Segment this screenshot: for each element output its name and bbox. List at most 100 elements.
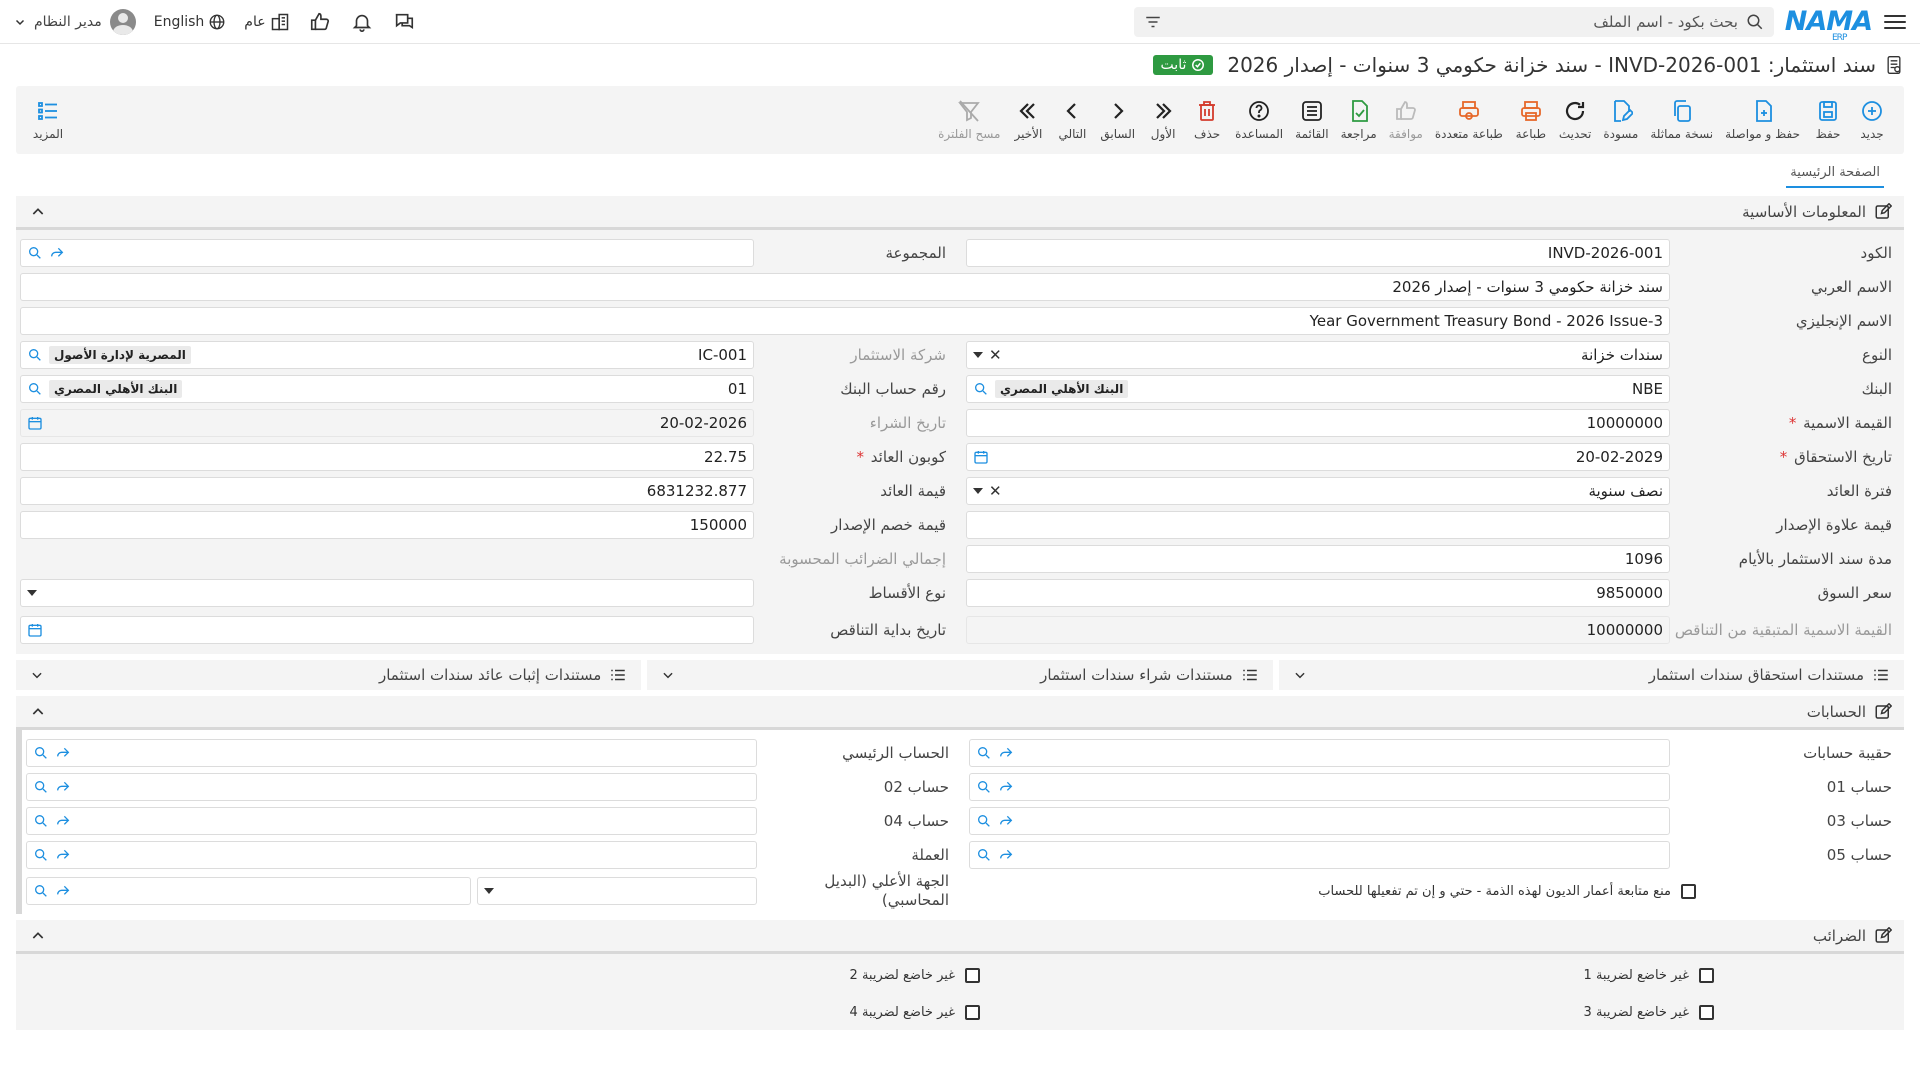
chevron-up-icon[interactable] <box>30 928 46 944</box>
search-refresh-icon[interactable] <box>976 779 992 795</box>
link-arrow-icon[interactable] <box>55 745 71 761</box>
taxes-header[interactable]: الضرائب <box>16 920 1904 954</box>
currency-field[interactable] <box>26 841 757 869</box>
multi-print-button[interactable]: طباعة متعددة <box>1429 99 1509 141</box>
block-debt-checkbox-row[interactable]: منع متابعة أعمار الديون لهذه الذمة - حتي… <box>1318 883 1896 899</box>
calendar-icon[interactable] <box>27 622 43 638</box>
dropdown-arrow-icon[interactable] <box>973 352 983 358</box>
installment-type-select[interactable] <box>20 579 754 607</box>
link-arrow-icon[interactable] <box>55 847 71 863</box>
decline-start-field[interactable] <box>20 616 754 644</box>
bell-icon[interactable] <box>350 10 374 34</box>
delete-button[interactable]: حذف <box>1185 99 1229 141</box>
user-menu[interactable]: مدير النظام <box>14 8 136 35</box>
list-button[interactable]: القائمة <box>1289 99 1334 141</box>
clear-icon[interactable]: ✕ <box>989 346 1002 364</box>
link-arrow-icon[interactable] <box>998 813 1014 829</box>
parent-type-select[interactable] <box>477 877 757 905</box>
account-02-field[interactable] <box>26 773 757 801</box>
clear-icon[interactable]: ✕ <box>989 482 1002 500</box>
chevron-up-icon[interactable] <box>30 704 46 720</box>
yield-docs-panel[interactable]: مستندات إثبات عائد سندات استثمار <box>16 660 642 690</box>
account-05-field[interactable] <box>969 841 1670 869</box>
save-button[interactable]: حفظ <box>1806 99 1850 141</box>
tax-3-checkbox[interactable] <box>1699 1005 1714 1020</box>
search-refresh-icon[interactable] <box>33 847 49 863</box>
premium-field[interactable] <box>966 511 1670 539</box>
search-input[interactable] <box>1170 12 1738 31</box>
previous-button[interactable]: السابق <box>1094 99 1141 141</box>
messages-icon[interactable] <box>392 10 416 34</box>
coupon-field[interactable]: 22.75 <box>20 443 754 471</box>
duplicate-button[interactable]: نسخة مماثلة <box>1644 99 1719 141</box>
refresh-button[interactable]: تحديث <box>1553 99 1598 141</box>
link-arrow-icon[interactable] <box>55 813 71 829</box>
new-button[interactable]: جديد <box>1850 99 1894 141</box>
search-refresh-icon[interactable] <box>27 245 43 261</box>
link-arrow-icon[interactable] <box>998 745 1014 761</box>
link-arrow-icon[interactable] <box>49 245 65 261</box>
dropdown-arrow-icon[interactable] <box>484 888 494 894</box>
maturity-field[interactable]: 20-02-2029 <box>966 443 1670 471</box>
link-arrow-icon[interactable] <box>55 883 71 899</box>
help-button[interactable]: المساعدة <box>1229 99 1289 141</box>
language-switch[interactable]: English <box>154 13 227 31</box>
tax-1-checkbox[interactable] <box>1699 968 1714 983</box>
tax-4-row[interactable]: غير خاضع لضريبة 4 <box>246 1005 980 1020</box>
search-refresh-icon[interactable] <box>976 745 992 761</box>
tab-main[interactable]: الصفحة الرئيسية <box>1786 165 1884 188</box>
dropdown-arrow-icon[interactable] <box>27 590 37 596</box>
approve-button[interactable]: موافقة <box>1383 99 1429 141</box>
search-refresh-icon[interactable] <box>27 381 43 397</box>
account-01-field[interactable] <box>969 773 1670 801</box>
accounts-header[interactable]: الحسابات <box>16 696 1904 730</box>
link-arrow-icon[interactable] <box>998 847 1014 863</box>
period-select[interactable]: نصف سنوية ✕ <box>966 477 1670 505</box>
maturity-docs-panel[interactable]: مستندات استحقاق سندات استثمار <box>1278 660 1904 690</box>
tax-4-checkbox[interactable] <box>965 1005 980 1020</box>
search-refresh-icon[interactable] <box>33 813 49 829</box>
account-bag-field[interactable] <box>969 739 1670 767</box>
tax-2-row[interactable]: غير خاضع لضريبة 2 <box>246 968 980 983</box>
more-button[interactable]: المزيد <box>26 99 70 141</box>
code-field[interactable]: INVD-2026-001 <box>966 239 1670 267</box>
draft-button[interactable]: مسودة <box>1597 99 1644 141</box>
purchase-docs-panel[interactable]: مستندات شراء سندات استثمار <box>647 660 1273 690</box>
first-button[interactable]: الأول <box>1141 99 1185 141</box>
filter-lines-icon[interactable] <box>1144 13 1162 31</box>
block-debt-checkbox[interactable] <box>1681 883 1696 899</box>
group-field[interactable] <box>20 239 754 267</box>
discount-field[interactable]: 150000 <box>20 511 754 539</box>
link-arrow-icon[interactable] <box>55 779 71 795</box>
menu-icon[interactable] <box>1884 11 1906 33</box>
company-field[interactable]: IC-001 المصرية لإدارة الأصول <box>20 341 754 369</box>
type-select[interactable]: سندات خزانة ✕ <box>966 341 1670 369</box>
scope-selector[interactable]: عام <box>244 12 289 32</box>
search-refresh-icon[interactable] <box>33 779 49 795</box>
search-refresh-icon[interactable] <box>33 745 49 761</box>
english-name-field[interactable]: Year Government Treasury Bond - 2026 Iss… <box>20 307 1670 335</box>
chevron-up-icon[interactable] <box>30 204 46 220</box>
bank-field[interactable]: NBE البنك الأهلي المصري <box>966 375 1670 403</box>
print-button[interactable]: طباعة <box>1509 99 1553 141</box>
search-refresh-icon[interactable] <box>27 347 43 363</box>
global-search[interactable] <box>1134 6 1774 37</box>
search-refresh-icon[interactable] <box>976 813 992 829</box>
account-03-field[interactable] <box>969 807 1670 835</box>
search-refresh-icon[interactable] <box>33 883 49 899</box>
calendar-icon[interactable] <box>27 415 43 431</box>
tax-2-checkbox[interactable] <box>965 968 980 983</box>
parent-field[interactable] <box>26 877 471 905</box>
tax-3-row[interactable]: غير خاضع لضريبة 3 <box>980 1005 1714 1020</box>
basic-info-header[interactable]: المعلومات الأساسية <box>16 196 1904 230</box>
search-refresh-icon[interactable] <box>976 847 992 863</box>
review-button[interactable]: مراجعة <box>1335 99 1383 141</box>
yield-value-field[interactable]: 6831232.877 <box>20 477 754 505</box>
arabic-name-field[interactable]: سند خزانة حكومي 3 سنوات - إصدار 2026 <box>20 273 1670 301</box>
clear-filter-button[interactable]: مسح الفلترة <box>932 99 1006 141</box>
app-logo[interactable]: NAMA ERP <box>1785 6 1873 43</box>
save-continue-button[interactable]: حفظ و مواصلة <box>1719 99 1806 141</box>
next-button[interactable]: التالي <box>1050 99 1094 141</box>
duration-field[interactable]: 1096 <box>966 545 1670 573</box>
account-04-field[interactable] <box>26 807 757 835</box>
